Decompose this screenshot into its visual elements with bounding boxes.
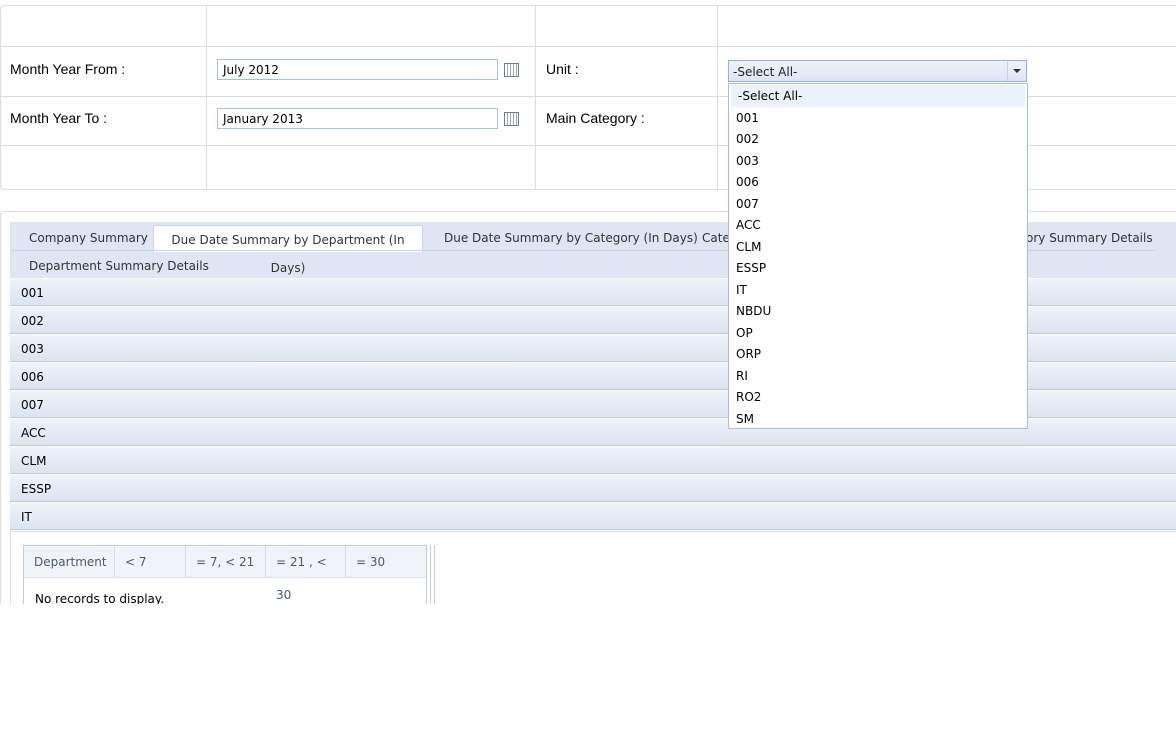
dropdown-option[interactable]: OP	[729, 322, 1027, 344]
calendar-icon[interactable]	[504, 63, 519, 77]
column-header-21-30[interactable]: = 21 , < 30	[266, 546, 346, 602]
accordion-item[interactable]: CLM	[10, 447, 1176, 474]
divider	[717, 5, 718, 190]
accordion-item[interactable]: IT	[10, 503, 1176, 530]
unit-select[interactable]: -Select All-	[728, 60, 1027, 82]
dropdown-option[interactable]: 002	[729, 128, 1027, 150]
divider	[206, 5, 207, 190]
unit-label: Unit :	[546, 61, 579, 77]
dropdown-option[interactable]: ORP	[729, 343, 1027, 365]
column-header-30[interactable]: = 30	[346, 546, 426, 577]
tab-category-summary-details[interactable]: ory Summary Details	[1026, 224, 1153, 250]
dropdown-option[interactable]: NBDU	[729, 300, 1027, 322]
chevron-down-icon[interactable]	[1007, 61, 1026, 81]
tab-due-date-by-category[interactable]: Due Date Summary by Category (In Days)	[444, 224, 698, 250]
dropdown-option[interactable]: IT	[729, 279, 1027, 301]
tab-due-date-by-department[interactable]: Due Date Summary by Department (In Days)	[153, 225, 423, 275]
divider	[0, 46, 1176, 47]
month-to-label: Month Year To :	[10, 110, 108, 126]
column-header-7-21[interactable]: = 7, < 21	[186, 546, 266, 577]
main-category-label: Main Category :	[546, 110, 645, 126]
unit-dropdown-list: -Select All- 001 002 003 006 007 ACC CLM ESSP IT N…	[728, 83, 1028, 429]
dropdown-option[interactable]: -Select All-	[731, 85, 1025, 107]
dropdown-option[interactable]: 001	[729, 107, 1027, 129]
dropdown-option[interactable]: 006	[729, 171, 1027, 193]
dropdown-option[interactable]: ACC	[729, 214, 1027, 236]
accordion-item[interactable]: ESSP	[10, 475, 1176, 502]
unit-select-value: -Select All-	[733, 65, 798, 79]
dropdown-option[interactable]: 007	[729, 193, 1027, 215]
dropdown-option[interactable]: ESSP	[729, 257, 1027, 279]
month-to-input[interactable]: January 2013	[217, 108, 498, 129]
dropdown-option[interactable]: CLM	[729, 236, 1027, 258]
dropdown-option[interactable]: 003	[729, 150, 1027, 172]
column-header-lt7[interactable]: < 7	[115, 546, 186, 577]
tab-department-summary-details[interactable]: Department Summary Details	[29, 252, 209, 278]
month-from-input[interactable]: July 2012	[217, 59, 498, 80]
month-from-label: Month Year From :	[10, 61, 126, 77]
column-header-department[interactable]: Department	[24, 546, 115, 577]
dropdown-option[interactable]: RI	[729, 365, 1027, 387]
calendar-icon[interactable]	[504, 112, 519, 126]
tab-company-summary[interactable]: Company Summary	[29, 224, 148, 250]
divider	[535, 5, 536, 190]
dropdown-option[interactable]: SM	[729, 408, 1027, 430]
dropdown-option[interactable]: RO2	[729, 386, 1027, 408]
